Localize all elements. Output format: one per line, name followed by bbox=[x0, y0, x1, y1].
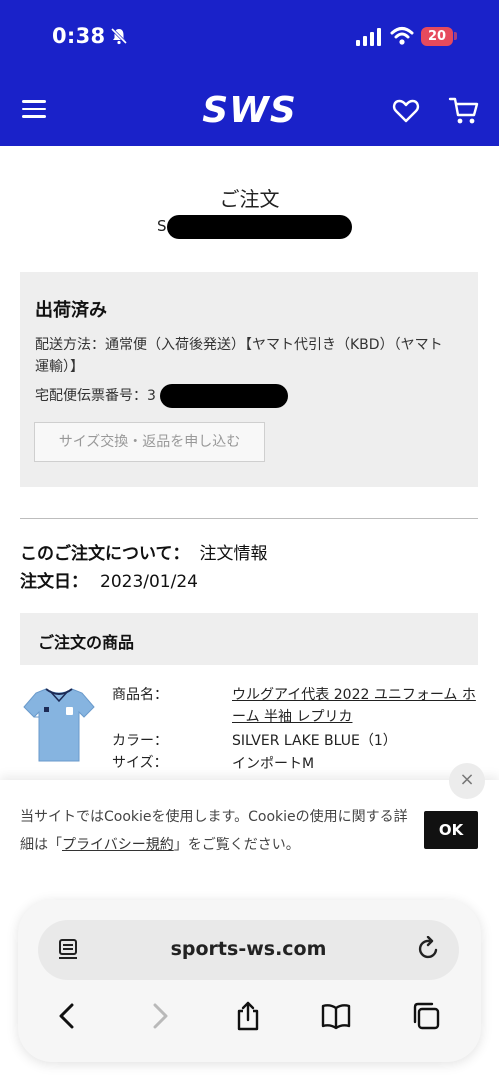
reload-icon[interactable] bbox=[417, 936, 441, 962]
product-color-value: SILVER LAKE BLUE（1） bbox=[232, 733, 397, 749]
product-size-value: インポートM bbox=[232, 756, 315, 772]
order-number: S bbox=[157, 215, 352, 239]
order-title: ご注文 bbox=[219, 187, 280, 211]
divider bbox=[20, 518, 478, 519]
site-logo[interactable]: SWS bbox=[0, 90, 499, 131]
shipment-panel: 出荷済み 配送方法：通常便（入荷後発送）【ヤマト代引き（KBD）（ヤマト運輸）】… bbox=[20, 272, 478, 487]
product-name-link[interactable]: ウルグアイ代表 2022 ユニフォーム ホーム 半袖 レプリカ bbox=[232, 684, 482, 728]
cookie-ok-button[interactable]: OK bbox=[424, 811, 478, 849]
back-chevron-icon[interactable] bbox=[52, 1000, 84, 1032]
reader-page-icon[interactable] bbox=[57, 937, 81, 963]
order-date-row: 注文日： 2023/01/24 bbox=[20, 567, 198, 592]
product-name-label: 商品名： bbox=[112, 687, 168, 703]
battery-nub bbox=[454, 32, 457, 40]
tracking-number-label: 宅配便伝票番号：3 bbox=[35, 388, 156, 404]
privacy-policy-link[interactable]: プライバシー規約 bbox=[62, 837, 174, 853]
order-items-title: ご注文の商品 bbox=[38, 633, 135, 652]
wifi-icon bbox=[390, 27, 414, 45]
shipping-method: 配送方法：通常便（入荷後発送）【ヤマト代引き（KBD）（ヤマト運輸）】 bbox=[35, 337, 443, 375]
order-items-header: ご注文の商品 bbox=[20, 613, 478, 665]
status-time: 0:38 bbox=[52, 24, 106, 48]
address-bar-url[interactable]: sports-ws.com bbox=[38, 938, 459, 960]
signal-icon bbox=[356, 28, 381, 46]
tabs-icon[interactable] bbox=[410, 1000, 442, 1032]
order-about-row: このご注文について： 注文情報 bbox=[20, 539, 268, 564]
shipment-status: 出荷済み bbox=[35, 300, 107, 321]
product-size-label: サイズ： bbox=[112, 755, 168, 771]
product-color-label: カラー： bbox=[112, 733, 168, 749]
order-about-label: このご注文について： bbox=[20, 544, 190, 564]
cookie-close-icon[interactable]: × bbox=[449, 763, 485, 799]
product-jersey-image[interactable] bbox=[22, 685, 96, 765]
order-number-redaction bbox=[167, 215, 352, 239]
cart-icon[interactable] bbox=[448, 96, 480, 126]
favorites-heart-icon[interactable] bbox=[392, 97, 420, 125]
order-number-prefix: S bbox=[157, 217, 167, 235]
share-icon[interactable] bbox=[232, 1000, 264, 1032]
cookie-text-after: 」をご覧ください。 bbox=[173, 837, 300, 853]
forward-chevron-icon[interactable] bbox=[143, 1000, 175, 1032]
order-date-label: 注文日： bbox=[20, 572, 88, 592]
return-exchange-button[interactable]: サイズ交換・返品を申し込む bbox=[34, 422, 265, 462]
bookmarks-book-icon[interactable] bbox=[320, 1000, 352, 1032]
tracking-number-redaction bbox=[160, 384, 288, 408]
order-date-value: 2023/01/24 bbox=[100, 572, 198, 592]
cookie-message: 当サイトではCookieを使用します。Cookieの使用に関する詳細は「プライバ… bbox=[20, 803, 415, 859]
order-about-value: 注文情報 bbox=[199, 544, 268, 564]
battery-indicator: 20 bbox=[421, 27, 453, 46]
app-header: 0:38 20 SWS bbox=[0, 0, 499, 146]
bell-muted-icon bbox=[110, 27, 128, 45]
product-labels: 商品名： カラー： サイズ： bbox=[112, 684, 168, 774]
